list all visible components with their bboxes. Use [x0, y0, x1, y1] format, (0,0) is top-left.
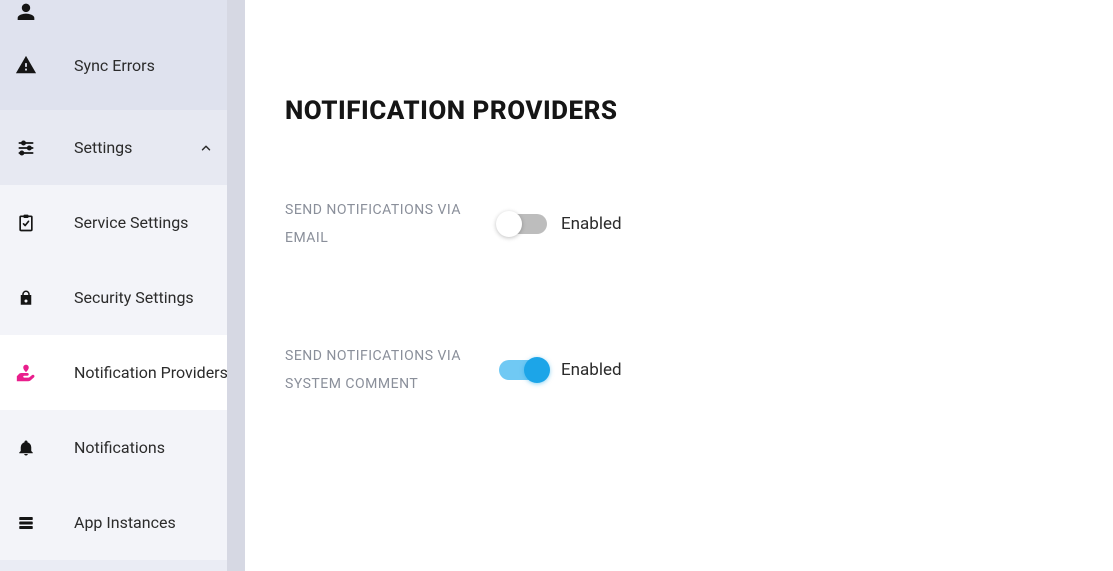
warning-icon — [14, 53, 38, 77]
setting-label: Send notifications via email — [285, 196, 485, 252]
setting-row-system-comment: Send notifications via system comment En… — [285, 342, 1073, 398]
sidebar-item-users-mapping[interactable]: Users Mapping — [0, 0, 245, 20]
toggle-status-label: Enabled — [561, 214, 622, 234]
sidebar-item-label: App Instances — [74, 513, 176, 532]
sidebar: Users Mapping Sync Errors Settings Servi… — [0, 0, 245, 571]
setting-label: Send notifications via system comment — [285, 342, 485, 398]
sidebar-item-label: Notification Providers — [74, 363, 228, 382]
bell-icon — [14, 436, 38, 460]
sidebar-item-notification-providers[interactable]: Notification Providers — [0, 335, 245, 410]
lock-icon — [14, 286, 38, 310]
sliders-icon — [14, 136, 38, 160]
scrollbar-thumb[interactable] — [227, 0, 245, 571]
settings-list: Send notifications via email Enabled Sen… — [285, 196, 1073, 398]
sidebar-item-security-settings[interactable]: Security Settings — [0, 260, 245, 335]
main-content: Notification Providers Send notification… — [245, 0, 1113, 571]
hand-holding-icon — [14, 361, 38, 385]
toggle-email-notifications[interactable] — [499, 214, 547, 234]
server-icon — [14, 511, 38, 535]
user-icon — [14, 0, 38, 20]
toggle-status-label: Enabled — [561, 360, 622, 380]
sidebar-item-service-settings[interactable]: Service Settings — [0, 185, 245, 260]
setting-row-email: Send notifications via email Enabled — [285, 196, 1073, 252]
clipboard-check-icon — [14, 211, 38, 235]
toggle-knob — [496, 211, 522, 237]
sidebar-item-notifications[interactable]: Notifications — [0, 410, 245, 485]
chevron-up-icon — [199, 141, 213, 155]
toggle-system-comment-notifications[interactable] — [499, 360, 547, 380]
page-title: Notification Providers — [285, 96, 1073, 126]
sidebar-item-app-instances[interactable]: App Instances — [0, 485, 245, 560]
sidebar-item-label: Security Settings — [74, 288, 194, 307]
toggle-knob — [524, 357, 550, 383]
sidebar-item-label: Settings — [74, 138, 132, 157]
sidebar-item-settings[interactable]: Settings — [0, 110, 245, 185]
sidebar-item-label: Notifications — [74, 438, 165, 457]
sidebar-item-sync-errors[interactable]: Sync Errors — [0, 20, 245, 110]
sidebar-item-label: Service Settings — [74, 213, 188, 232]
sidebar-item-label: Sync Errors — [74, 56, 155, 75]
